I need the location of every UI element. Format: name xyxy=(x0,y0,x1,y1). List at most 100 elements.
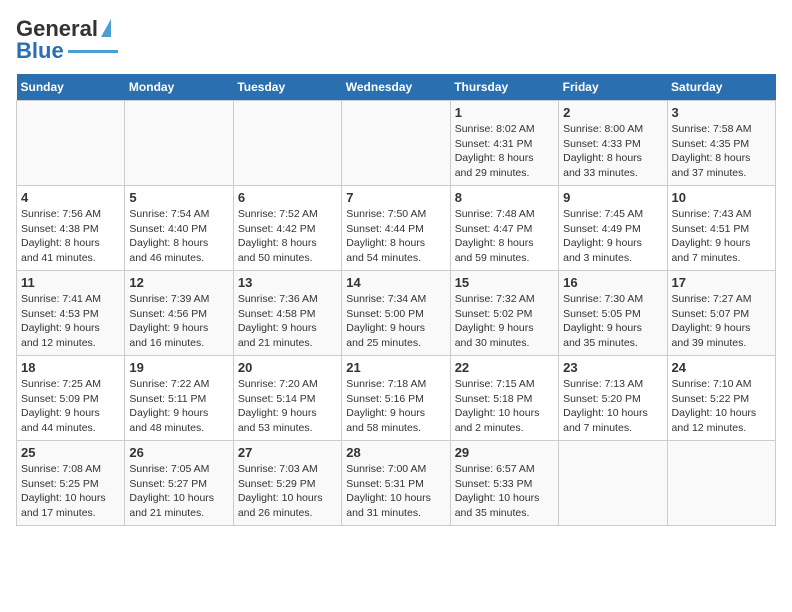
page-header: General Blue xyxy=(16,16,776,64)
calendar-cell: 24Sunrise: 7:10 AM Sunset: 5:22 PM Dayli… xyxy=(667,356,775,441)
calendar-week-row: 11 Sunrise: 7:41 AM Sunset: 4:53 PM Dayli… xyxy=(17,271,776,356)
calendar-table: SundayMondayTuesdayWednesdayThursdayFrid… xyxy=(16,74,776,526)
day-info: Sunrise: 7:34 AM Sunset: 5:00 PM Dayligh… xyxy=(346,292,445,351)
calendar-cell xyxy=(17,101,125,186)
calendar-week-row: 25 Sunrise: 7:08 AM Sunset: 5:25 PM Dayli… xyxy=(17,441,776,526)
day-number: 7 xyxy=(346,190,445,205)
day-number: 29 xyxy=(455,445,554,460)
day-number: 11 xyxy=(21,275,120,290)
day-info: Sunrise: 7:36 AM Sunset: 4:58 PM Dayligh… xyxy=(238,292,337,351)
calendar-cell: 17 Sunrise: 7:27 AM Sunset: 5:07 PM Dayli… xyxy=(667,271,775,356)
day-info: Sunrise: 7:03 AM Sunset: 5:29 PM Dayligh… xyxy=(238,462,337,521)
day-number: 24 xyxy=(672,360,771,375)
calendar-cell: 27 Sunrise: 7:03 AM Sunset: 5:29 PM Dayli… xyxy=(233,441,341,526)
day-info: Sunrise: 8:02 AM Sunset: 4:31 PM Dayligh… xyxy=(455,122,554,181)
day-info: Sunrise: 7:43 AM Sunset: 4:51 PM Dayligh… xyxy=(672,207,771,266)
day-number: 26 xyxy=(129,445,228,460)
day-info: Sunrise: 7:54 AM Sunset: 4:40 PM Dayligh… xyxy=(129,207,228,266)
day-info: Sunrise: 7:58 AM Sunset: 4:35 PM Dayligh… xyxy=(672,122,771,181)
day-number: 2 xyxy=(563,105,662,120)
calendar-cell xyxy=(667,441,775,526)
day-info: Sunrise: 7:32 AM Sunset: 5:02 PM Dayligh… xyxy=(455,292,554,351)
day-info: Sunrise: 7:13 AM Sunset: 5:20 PM Dayligh… xyxy=(563,377,662,436)
calendar-cell: 26Sunrise: 7:05 AM Sunset: 5:27 PM Dayli… xyxy=(125,441,233,526)
calendar-cell: 21 Sunrise: 7:18 AM Sunset: 5:16 PM Dayli… xyxy=(342,356,450,441)
calendar-cell: 19 Sunrise: 7:22 AM Sunset: 5:11 PM Dayli… xyxy=(125,356,233,441)
day-info: Sunrise: 7:52 AM Sunset: 4:42 PM Dayligh… xyxy=(238,207,337,266)
day-number: 4 xyxy=(21,190,120,205)
day-info: Sunrise: 7:39 AM Sunset: 4:56 PM Dayligh… xyxy=(129,292,228,351)
calendar-cell: 2 Sunrise: 8:00 AM Sunset: 4:33 PM Daylig… xyxy=(559,101,667,186)
weekday-header-wednesday: Wednesday xyxy=(342,74,450,101)
calendar-cell: 6Sunrise: 7:52 AM Sunset: 4:42 PM Daylig… xyxy=(233,186,341,271)
day-number: 17 xyxy=(672,275,771,290)
logo-triangle-icon xyxy=(101,19,111,37)
calendar-cell: 14Sunrise: 7:34 AM Sunset: 5:00 PM Dayli… xyxy=(342,271,450,356)
day-number: 13 xyxy=(238,275,337,290)
day-info: Sunrise: 7:20 AM Sunset: 5:14 PM Dayligh… xyxy=(238,377,337,436)
day-number: 19 xyxy=(129,360,228,375)
day-number: 15 xyxy=(455,275,554,290)
day-number: 10 xyxy=(672,190,771,205)
day-info: Sunrise: 7:45 AM Sunset: 4:49 PM Dayligh… xyxy=(563,207,662,266)
calendar-cell xyxy=(559,441,667,526)
day-number: 3 xyxy=(672,105,771,120)
weekday-header-thursday: Thursday xyxy=(450,74,558,101)
calendar-cell: 5 Sunrise: 7:54 AM Sunset: 4:40 PM Daylig… xyxy=(125,186,233,271)
day-info: Sunrise: 7:30 AM Sunset: 5:05 PM Dayligh… xyxy=(563,292,662,351)
calendar-cell: 25 Sunrise: 7:08 AM Sunset: 5:25 PM Dayli… xyxy=(17,441,125,526)
calendar-cell: 28 Sunrise: 7:00 AM Sunset: 5:31 PM Dayli… xyxy=(342,441,450,526)
day-number: 27 xyxy=(238,445,337,460)
day-number: 1 xyxy=(455,105,554,120)
day-info: Sunrise: 7:48 AM Sunset: 4:47 PM Dayligh… xyxy=(455,207,554,266)
calendar-cell: 4 Sunrise: 7:56 AM Sunset: 4:38 PM Daylig… xyxy=(17,186,125,271)
calendar-cell: 8 Sunrise: 7:48 AM Sunset: 4:47 PM Daylig… xyxy=(450,186,558,271)
calendar-cell: 15 Sunrise: 7:32 AM Sunset: 5:02 PM Dayli… xyxy=(450,271,558,356)
day-number: 23 xyxy=(563,360,662,375)
day-info: Sunrise: 7:41 AM Sunset: 4:53 PM Dayligh… xyxy=(21,292,120,351)
day-info: Sunrise: 7:56 AM Sunset: 4:38 PM Dayligh… xyxy=(21,207,120,266)
calendar-cell: 10 Sunrise: 7:43 AM Sunset: 4:51 PM Dayli… xyxy=(667,186,775,271)
calendar-cell: 7 Sunrise: 7:50 AM Sunset: 4:44 PM Daylig… xyxy=(342,186,450,271)
day-number: 25 xyxy=(21,445,120,460)
weekday-header-row: SundayMondayTuesdayWednesdayThursdayFrid… xyxy=(17,74,776,101)
calendar-cell xyxy=(125,101,233,186)
day-number: 5 xyxy=(129,190,228,205)
calendar-week-row: 1 Sunrise: 8:02 AM Sunset: 4:31 PM Daylig… xyxy=(17,101,776,186)
calendar-cell: 22 Sunrise: 7:15 AM Sunset: 5:18 PM Dayli… xyxy=(450,356,558,441)
day-info: Sunrise: 7:00 AM Sunset: 5:31 PM Dayligh… xyxy=(346,462,445,521)
day-number: 22 xyxy=(455,360,554,375)
calendar-week-row: 4 Sunrise: 7:56 AM Sunset: 4:38 PM Daylig… xyxy=(17,186,776,271)
weekday-header-monday: Monday xyxy=(125,74,233,101)
calendar-cell: 20 Sunrise: 7:20 AM Sunset: 5:14 PM Dayli… xyxy=(233,356,341,441)
calendar-cell: 16 Sunrise: 7:30 AM Sunset: 5:05 PM Dayli… xyxy=(559,271,667,356)
calendar-cell: 23 Sunrise: 7:13 AM Sunset: 5:20 PM Dayli… xyxy=(559,356,667,441)
calendar-cell: 11 Sunrise: 7:41 AM Sunset: 4:53 PM Dayli… xyxy=(17,271,125,356)
day-info: Sunrise: 7:15 AM Sunset: 5:18 PM Dayligh… xyxy=(455,377,554,436)
logo: General Blue xyxy=(16,16,118,64)
day-number: 28 xyxy=(346,445,445,460)
day-number: 16 xyxy=(563,275,662,290)
calendar-cell: 1 Sunrise: 8:02 AM Sunset: 4:31 PM Daylig… xyxy=(450,101,558,186)
calendar-cell: 12 Sunrise: 7:39 AM Sunset: 4:56 PM Dayli… xyxy=(125,271,233,356)
logo-blue: Blue xyxy=(16,38,64,64)
calendar-cell: 3 Sunrise: 7:58 AM Sunset: 4:35 PM Daylig… xyxy=(667,101,775,186)
day-info: Sunrise: 7:50 AM Sunset: 4:44 PM Dayligh… xyxy=(346,207,445,266)
day-info: Sunrise: 6:57 AM Sunset: 5:33 PM Dayligh… xyxy=(455,462,554,521)
calendar-cell xyxy=(342,101,450,186)
day-number: 20 xyxy=(238,360,337,375)
day-number: 21 xyxy=(346,360,445,375)
day-info: Sunrise: 7:22 AM Sunset: 5:11 PM Dayligh… xyxy=(129,377,228,436)
calendar-cell: 29 Sunrise: 6:57 AM Sunset: 5:33 PM Dayli… xyxy=(450,441,558,526)
day-info: Sunrise: 7:08 AM Sunset: 5:25 PM Dayligh… xyxy=(21,462,120,521)
day-number: 8 xyxy=(455,190,554,205)
day-info: Sunrise: 7:27 AM Sunset: 5:07 PM Dayligh… xyxy=(672,292,771,351)
weekday-header-friday: Friday xyxy=(559,74,667,101)
weekday-header-saturday: Saturday xyxy=(667,74,775,101)
day-info: Sunrise: 8:00 AM Sunset: 4:33 PM Dayligh… xyxy=(563,122,662,181)
day-number: 12 xyxy=(129,275,228,290)
day-number: 18 xyxy=(21,360,120,375)
calendar-cell: 18Sunrise: 7:25 AM Sunset: 5:09 PM Dayli… xyxy=(17,356,125,441)
calendar-cell: 9Sunrise: 7:45 AM Sunset: 4:49 PM Daylig… xyxy=(559,186,667,271)
day-info: Sunrise: 7:18 AM Sunset: 5:16 PM Dayligh… xyxy=(346,377,445,436)
